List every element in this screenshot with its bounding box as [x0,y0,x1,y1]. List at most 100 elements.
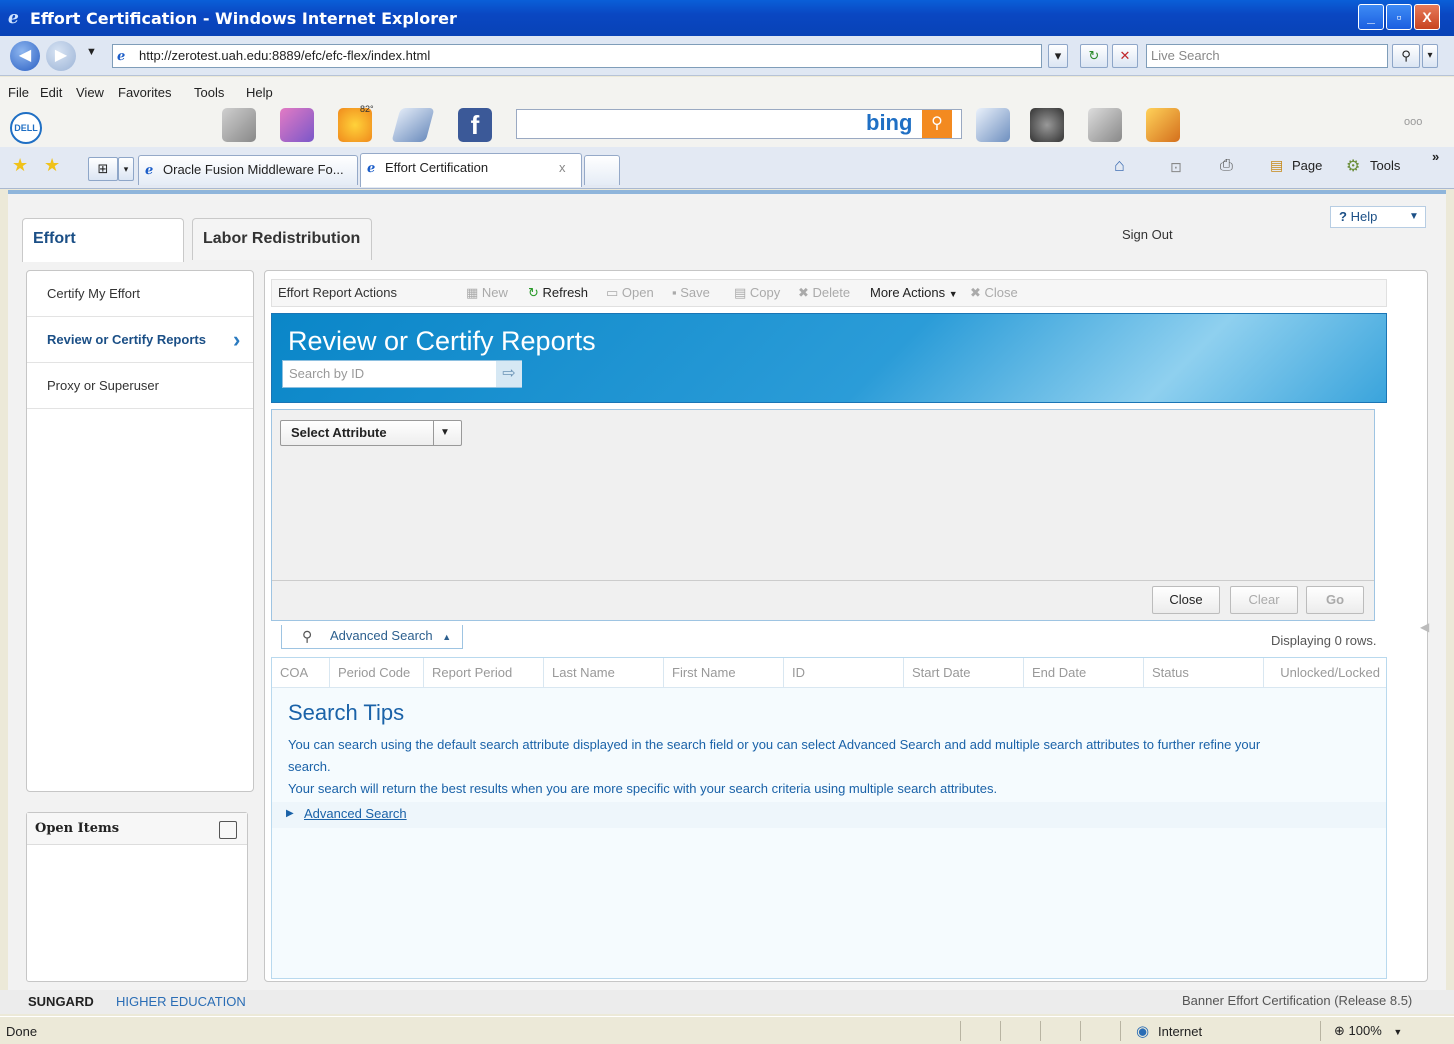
copy-button[interactable]: ▤ Copy [734,285,780,301]
menu-help[interactable]: Help [246,85,273,100]
address-row: ◀ ▶ ▼ ℯ http://zerotest.uah.edu:8889/efc… [0,36,1454,76]
bing-search-button[interactable]: ⚲ [922,110,952,138]
zoom-level: 100% [1348,1023,1382,1038]
stop-button[interactable]: ✕ [1112,44,1138,68]
status-separator [1120,1021,1121,1041]
weather-temp: 82° [360,104,374,114]
ie-logo-icon: ℯ [8,8,19,27]
expand-arrow-icon[interactable]: ▶ [286,808,294,819]
tab-effort-certification[interactable]: ℯ Effort Certification x [360,153,582,187]
folder-icon: ▭ [606,285,622,300]
tools-menu[interactable]: Tools [1370,158,1400,173]
col-start-date[interactable]: Start Date [904,658,1024,688]
nav-review-certify-reports[interactable]: Review or Certify Reports › [27,317,253,363]
address-dropdown-button[interactable]: ▾ [1048,44,1068,68]
chevron-right-icon[interactable]: » [1432,149,1439,164]
chart-icon[interactable] [1088,108,1122,142]
maximize-button[interactable]: ▫ [1386,4,1412,30]
favorites-star-icon[interactable]: ★ [12,155,28,176]
open-items-panel: Open Items [26,812,248,982]
music-icon[interactable] [1146,108,1180,142]
menu-view[interactable]: View [76,85,104,100]
chevron-down-icon: ▼ [1409,211,1419,222]
tab-labor-redistribution[interactable]: Labor Redistribution [192,218,372,260]
search-go-button[interactable]: ⚲ [1392,44,1420,68]
dell-logo-icon[interactable]: DELL [10,112,42,144]
close-panel-button[interactable]: Close [1152,586,1220,614]
more-actions-menu[interactable]: More Actions ▼ [870,285,958,300]
shopping-icon[interactable] [280,108,314,142]
sign-out-link[interactable]: Sign Out [1122,227,1173,242]
new-label: New [481,285,508,300]
ie-page-icon: ℯ [145,162,154,177]
col-end-date[interactable]: End Date [1024,658,1144,688]
col-period-code[interactable]: Period Code [330,658,424,688]
feeds-icon[interactable]: ⊡ [1170,159,1182,176]
more-icon[interactable]: ooo [1404,116,1422,128]
add-favorites-icon[interactable]: ★ [44,155,60,176]
results-grid: COA Period Code Report Period Last Name … [271,657,1387,979]
weather-icon[interactable]: 82° [338,104,374,142]
save-icon: ▪ [672,285,681,300]
refresh-label: Refresh [542,285,589,300]
close-tab-icon[interactable]: x [559,154,566,182]
menu-edit[interactable]: Edit [40,85,62,100]
col-id[interactable]: ID [784,658,904,688]
home-icon[interactable]: ⌂ [1114,155,1125,176]
new-tab-button[interactable] [584,155,620,185]
forward-button[interactable]: ▶ [46,41,76,71]
thumbs-up-icon[interactable] [976,108,1010,142]
status-separator [1000,1021,1001,1041]
history-dropdown-icon[interactable]: ▼ [86,46,97,58]
menu-favorites[interactable]: Favorites [118,85,171,100]
main-panel: Effort Report Actions ▦ New ↻ Refresh ▭ … [264,270,1428,982]
menu-file[interactable]: File [8,85,29,100]
col-last-name[interactable]: Last Name [544,658,664,688]
facebook-icon[interactable]: f [458,108,492,142]
clear-button[interactable]: Clear [1230,586,1298,614]
close-window-button[interactable]: X [1414,4,1440,30]
help-menu[interactable]: ? Help ▼ [1330,206,1426,228]
help-label: Help [1350,209,1378,224]
refresh-page-button[interactable]: ↻ [1080,44,1108,68]
col-status[interactable]: Status [1144,658,1264,688]
live-search-input[interactable]: Live Search [1146,44,1388,68]
advanced-search-toggle[interactable]: ⚲ Advanced Search ▲ [281,625,463,649]
minimize-panel-icon[interactable] [219,821,237,839]
search-options-button[interactable]: ▾ [1422,44,1438,68]
minimize-button[interactable]: _ [1358,4,1384,30]
news-icon[interactable] [222,108,256,142]
select-attribute-label: Select Attribute [291,425,387,440]
collapse-right-icon[interactable]: ◀ [1420,620,1429,634]
refresh-button[interactable]: ↻ Refresh [528,285,588,301]
save-button[interactable]: ▪ Save [672,285,710,300]
advanced-search-link[interactable]: Advanced Search [304,806,407,821]
search-arrow-button[interactable]: ⇨ [496,361,522,387]
tab-list-button[interactable]: ▾ [118,157,134,181]
col-first-name[interactable]: First Name [664,658,784,688]
video-icon[interactable] [1030,108,1064,142]
col-report-period[interactable]: Report Period [424,658,544,688]
address-field[interactable]: ℯ http://zerotest.uah.edu:8889/efc/efc-f… [112,44,1042,68]
new-button[interactable]: ▦ New [466,285,508,301]
delete-button[interactable]: ✖ Delete [798,285,850,301]
select-attribute-dropdown[interactable]: Select Attribute ▼ [280,420,462,446]
quick-tabs-button[interactable]: ⊞ [88,157,118,181]
search-by-id-input[interactable]: Search by ID [282,360,522,388]
menu-tools[interactable]: Tools [194,85,224,100]
close-report-button[interactable]: ✖ Close [970,285,1018,301]
go-button[interactable]: Go [1306,586,1364,614]
copy-icon: ▤ [734,285,750,300]
open-button[interactable]: ▭ Open [606,285,654,301]
back-button[interactable]: ◀ [10,41,40,71]
col-unlocked-locked[interactable]: Unlocked/Locked [1264,658,1386,688]
zoom-control[interactable]: ⊕ 100% ▼ [1334,1023,1402,1039]
sungard-logo: SUNGARD [28,994,94,1009]
nav-proxy-superuser[interactable]: Proxy or Superuser [27,363,253,409]
col-coa[interactable]: COA [272,658,330,688]
nav-certify-my-effort[interactable]: Certify My Effort [27,271,253,317]
print-icon[interactable]: ⎙ [1220,157,1233,175]
tab-effort-certification-app[interactable]: Effort Certification [22,218,184,287]
page-menu[interactable]: Page [1292,158,1322,173]
tab-oracle[interactable]: ℯ Oracle Fusion Middleware Fo... [138,155,358,185]
